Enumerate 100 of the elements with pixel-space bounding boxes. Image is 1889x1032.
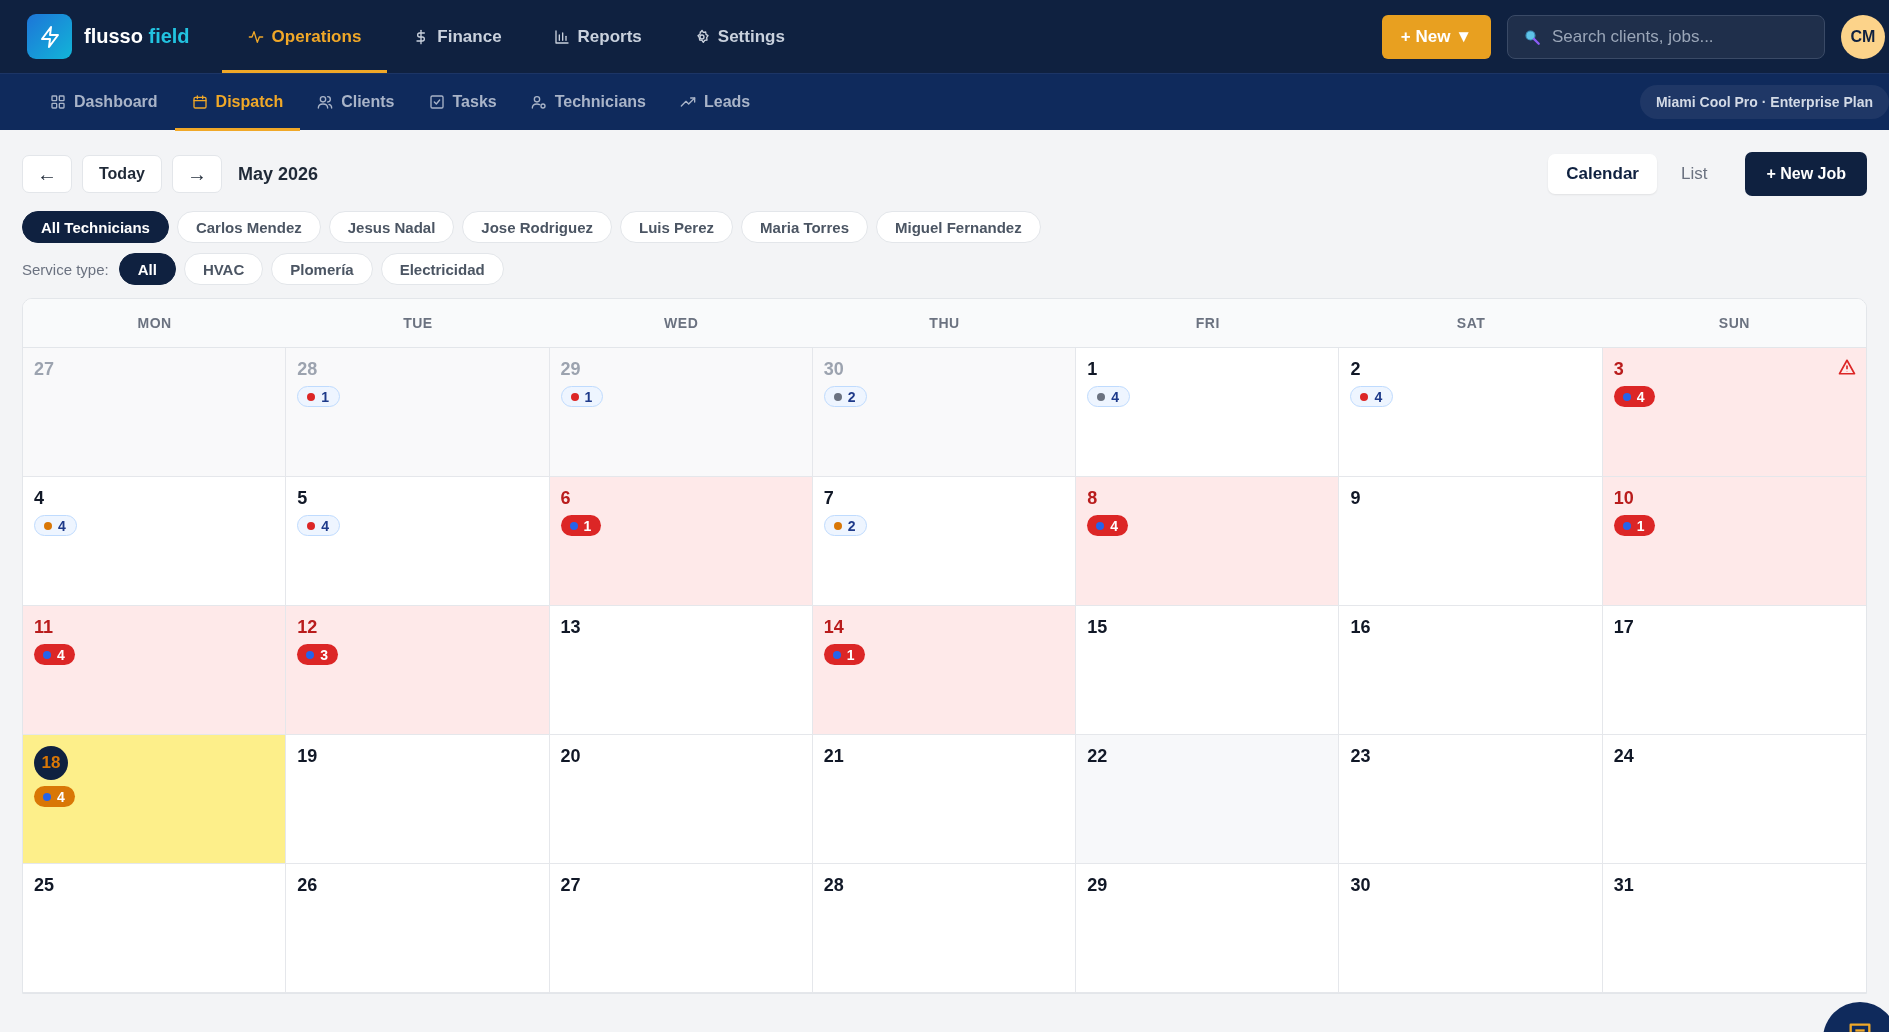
day-cell[interactable]: 3 4 <box>1602 348 1866 477</box>
service-filter[interactable]: Electricidad <box>380 253 504 285</box>
job-count-badge[interactable]: 4 <box>297 515 341 536</box>
subnav-tab[interactable]: Tasks <box>411 73 514 131</box>
day-number: 9 <box>1350 488 1361 509</box>
job-count-badge[interactable]: 1 <box>297 386 341 407</box>
day-cell[interactable]: 8 4 <box>1076 477 1340 606</box>
day-number: 24 <box>1613 746 1634 767</box>
new-job-button[interactable]: + New Job <box>1745 152 1867 196</box>
day-cell[interactable]: 7 2 <box>812 477 1077 606</box>
day-cell[interactable]: 18 4 <box>23 735 287 864</box>
job-count-badge[interactable]: 2 <box>823 515 867 536</box>
today-button[interactable]: Today <box>82 155 162 193</box>
day-number: 12 <box>297 617 318 638</box>
technician-filter[interactable]: Luis Perez <box>620 211 734 243</box>
day-cell[interactable]: 9 <box>1339 477 1603 606</box>
day-cell[interactable]: 23 <box>1339 735 1603 864</box>
day-cell[interactable]: 21 <box>812 735 1077 864</box>
day-cell[interactable]: 10 1 <box>1602 477 1866 606</box>
day-cell[interactable]: 27 <box>549 864 813 993</box>
day-number: 7 <box>823 488 834 509</box>
technician-filter[interactable]: Jose Rodriguez <box>462 211 612 243</box>
day-cell[interactable]: 25 <box>23 864 287 993</box>
day-number: 16 <box>1350 617 1371 638</box>
day-cell[interactable]: 28 1 <box>286 348 550 477</box>
day-cell[interactable]: 20 <box>549 735 813 864</box>
subnav-tab[interactable]: Clients <box>300 73 412 131</box>
subnav-tab[interactable]: Leads <box>663 73 768 131</box>
day-cell[interactable]: 1 4 <box>1076 348 1340 477</box>
day-number: 15 <box>1087 617 1108 638</box>
day-cell[interactable]: 5 4 <box>286 477 550 606</box>
day-cell[interactable]: 26 <box>286 864 550 993</box>
nav-tab[interactable]: Reports <box>527 0 668 73</box>
day-cell[interactable]: 30 2 <box>812 348 1077 477</box>
weekday-label: SAT <box>1456 315 1486 331</box>
job-count-badge[interactable]: 3 <box>297 644 339 665</box>
day-cell[interactable]: 13 <box>549 606 813 735</box>
day-cell[interactable]: 11 4 <box>23 606 287 735</box>
search-field[interactable]: Search clients, jobs... <box>1507 14 1825 59</box>
subnav-tab[interactable]: Dispatch <box>174 73 301 131</box>
day-cell[interactable]: 28 <box>812 864 1077 993</box>
service-filter[interactable]: HVAC <box>183 253 264 285</box>
weekday-label: MON <box>137 315 172 331</box>
service-filter[interactable]: All <box>118 253 176 285</box>
day-number: 1 <box>1087 359 1098 380</box>
day-number: 4 <box>34 488 44 509</box>
month-title: May 2026 <box>237 163 318 185</box>
technician-filter[interactable]: Jesus Nadal <box>328 211 455 243</box>
day-cell[interactable]: 29 <box>1076 864 1340 993</box>
bar-chart-icon <box>553 28 570 45</box>
day-cell[interactable]: 4 4 <box>23 477 287 606</box>
day-number: 25 <box>34 875 55 896</box>
filter-label: Service type: <box>22 260 109 278</box>
service-filter[interactable]: Plomería <box>271 253 373 285</box>
plan-badge: Miami Cool Pro · Enterprise Plan <box>1639 85 1889 119</box>
technician-filter[interactable]: Maria Torres <box>741 211 868 243</box>
user-avatar[interactable]: CM <box>1841 14 1885 59</box>
day-number: 2 <box>1350 359 1361 380</box>
trend-icon <box>680 94 696 110</box>
day-cell[interactable]: 6 1 <box>549 477 813 606</box>
technician-filter[interactable]: All Technicians <box>22 211 169 243</box>
prev-button[interactable]: ← <box>22 155 72 193</box>
job-count-badge[interactable]: 4 <box>1350 386 1394 407</box>
job-count-badge[interactable]: 1 <box>560 515 602 536</box>
day-number: 27 <box>34 359 55 380</box>
day-cell[interactable]: 2 4 <box>1339 348 1603 477</box>
subnav-tab[interactable]: Dashboard <box>33 73 175 131</box>
subnav-tab[interactable]: Technicians <box>513 73 663 131</box>
nav-tab[interactable]: Finance <box>387 0 528 73</box>
view-tab[interactable]: Calendar <box>1548 154 1657 194</box>
day-cell[interactable]: 15 <box>1076 606 1340 735</box>
nav-tab[interactable]: Settings <box>667 0 811 73</box>
job-count-badge[interactable]: 4 <box>34 515 77 536</box>
job-count-badge[interactable]: 4 <box>1613 386 1655 407</box>
view-tab[interactable]: List <box>1662 154 1726 194</box>
checkbox-icon <box>428 94 445 110</box>
day-cell[interactable]: 14 1 <box>812 606 1077 735</box>
day-number: 21 <box>823 746 844 767</box>
day-number: 22 <box>1087 746 1108 767</box>
day-cell[interactable]: 30 <box>1339 864 1603 993</box>
technician-filter[interactable]: Carlos Mendez <box>176 211 321 243</box>
day-number: 3 <box>1613 359 1624 380</box>
job-count-badge[interactable]: 1 <box>1613 515 1655 536</box>
technician-filter[interactable]: Miguel Fernandez <box>876 211 1041 243</box>
job-count-badge[interactable]: 2 <box>823 386 867 407</box>
day-number: 8 <box>1087 488 1098 509</box>
job-count-badge[interactable]: 1 <box>823 644 865 665</box>
job-count-badge[interactable]: 4 <box>34 644 75 665</box>
day-cell[interactable]: 29 1 <box>549 348 813 477</box>
calendar-icon <box>191 94 208 110</box>
day-cell[interactable]: 22 <box>1076 735 1340 864</box>
day-number: 27 <box>560 875 581 896</box>
day-cell[interactable]: 19 <box>286 735 550 864</box>
job-count-badge[interactable]: 1 <box>560 386 604 407</box>
job-count-badge[interactable]: 4 <box>1087 515 1128 536</box>
job-count-badge[interactable]: 4 <box>1087 386 1130 407</box>
next-button[interactable]: → <box>171 155 222 193</box>
day-number: 30 <box>823 359 844 380</box>
day-cell[interactable]: 16 <box>1339 606 1603 735</box>
day-cell[interactable]: 12 3 <box>286 606 550 735</box>
